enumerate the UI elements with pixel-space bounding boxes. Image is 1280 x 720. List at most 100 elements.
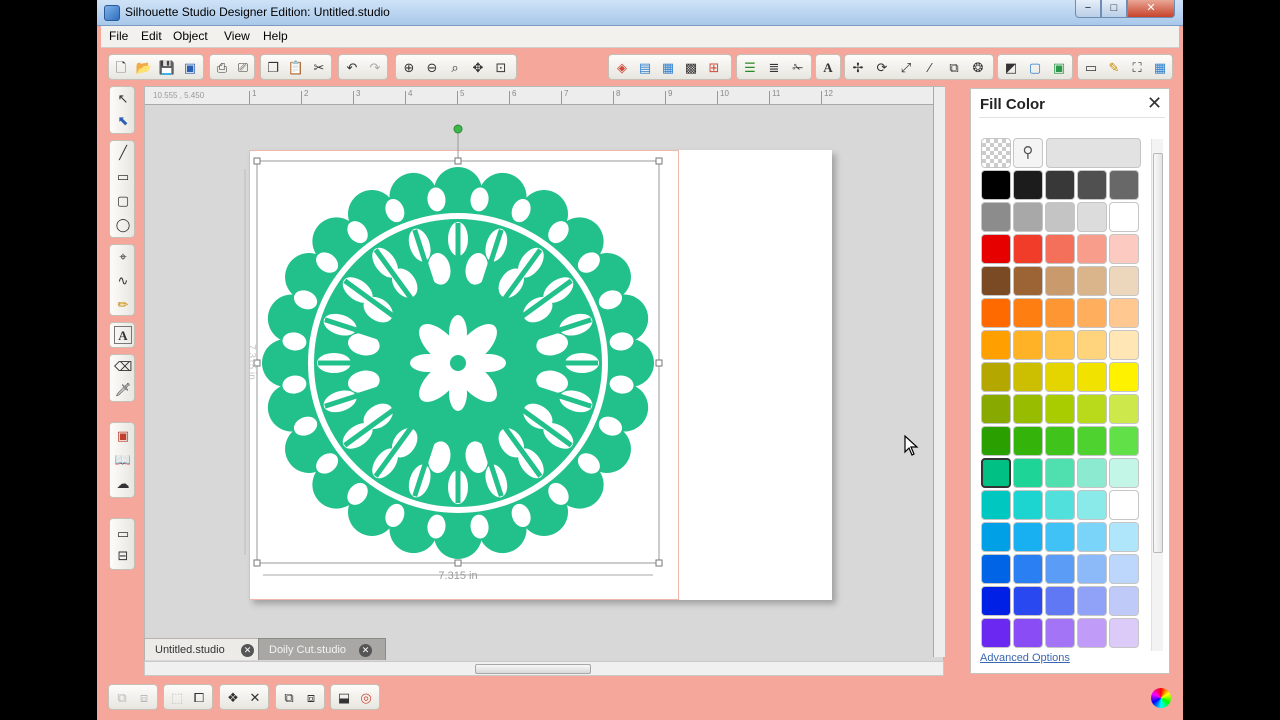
fullscreen-icon[interactable]: ⛶ xyxy=(1128,59,1146,77)
handle-right[interactable] xyxy=(655,359,663,367)
color-swatch[interactable] xyxy=(1013,234,1043,264)
color-swatch[interactable] xyxy=(1045,330,1075,360)
maximize-button[interactable]: □ xyxy=(1101,0,1127,18)
transform-icon[interactable]: ✢ xyxy=(849,59,867,77)
scale-icon[interactable]: ⤢ xyxy=(897,59,915,77)
select-arrow-icon[interactable]: ↖ xyxy=(114,90,132,108)
send-backward-icon[interactable]: ⧈ xyxy=(302,689,320,707)
handle-bottom-left[interactable] xyxy=(253,559,261,567)
color-swatch[interactable] xyxy=(1109,202,1139,232)
grid-icon[interactable]: ▦ xyxy=(659,59,677,77)
color-swatch[interactable] xyxy=(1077,266,1107,296)
rounded-rect-tool-icon[interactable]: ▢ xyxy=(114,192,132,210)
offset-icon[interactable]: ❂ xyxy=(969,59,987,77)
tab-untitled[interactable]: Untitled.studio ✕ xyxy=(144,638,260,660)
color-swatch[interactable] xyxy=(1013,522,1043,552)
menu-help[interactable]: Help xyxy=(263,29,288,43)
panel-close-icon[interactable]: ✕ xyxy=(1147,94,1162,112)
color-swatch[interactable] xyxy=(981,266,1011,296)
color-swatch[interactable] xyxy=(1109,618,1139,648)
cloud-icon[interactable]: ☁ xyxy=(114,475,132,493)
text-style-icon[interactable]: A xyxy=(819,59,837,77)
text-tool-icon[interactable]: A xyxy=(114,326,132,344)
store-icon[interactable]: ▭ xyxy=(1082,59,1100,77)
color-swatch[interactable] xyxy=(1045,234,1075,264)
zoom-in-icon[interactable]: ⊕ xyxy=(400,59,418,77)
pencil-icon[interactable]: ✎ xyxy=(1105,59,1123,77)
shape-icon[interactable]: ⬓ xyxy=(335,689,353,707)
color-swatch[interactable] xyxy=(1109,394,1139,424)
paste-icon[interactable]: 📋 xyxy=(287,59,305,77)
color-swatch[interactable] xyxy=(1013,394,1043,424)
freehand-tool-icon[interactable]: ✏ xyxy=(114,296,132,314)
handle-top-right[interactable] xyxy=(655,157,663,165)
color-swatch[interactable] xyxy=(1045,458,1075,488)
target-icon[interactable]: ◎ xyxy=(357,689,375,707)
color-swatch[interactable] xyxy=(981,490,1011,520)
ellipse-tool-icon[interactable]: ◯ xyxy=(114,216,132,234)
color-swatch[interactable] xyxy=(1045,554,1075,584)
shear-icon[interactable]: ⁄ xyxy=(921,59,939,77)
delete-icon[interactable]: ✕ xyxy=(246,689,264,707)
color-swatch[interactable] xyxy=(981,298,1011,328)
fit-page-icon[interactable]: ⊡ xyxy=(492,59,510,77)
handle-bottom[interactable] xyxy=(454,559,462,567)
color-swatch[interactable] xyxy=(1013,618,1043,648)
color-swatch[interactable] xyxy=(1045,170,1075,200)
color-swatch[interactable] xyxy=(981,234,1011,264)
color-swatch[interactable] xyxy=(1013,170,1043,200)
color-swatch[interactable] xyxy=(1077,618,1107,648)
color-swatch[interactable] xyxy=(1045,618,1075,648)
group-icon[interactable]: ⧉ xyxy=(113,689,131,707)
fill-icon[interactable]: ◩ xyxy=(1002,59,1020,77)
open-icon[interactable]: 📂 xyxy=(135,59,153,77)
menu-object[interactable]: Object xyxy=(173,29,208,43)
zoom-out-icon[interactable]: ⊖ xyxy=(423,59,441,77)
horizontal-scrollbar[interactable] xyxy=(144,661,944,676)
cut-icon[interactable]: ✂ xyxy=(310,59,328,77)
menu-view[interactable]: View xyxy=(224,29,250,43)
color-swatch[interactable] xyxy=(1045,362,1075,392)
color-swatch[interactable] xyxy=(1077,202,1107,232)
color-swatch[interactable] xyxy=(1013,490,1043,520)
color-swatch[interactable] xyxy=(1109,362,1139,392)
design-canvas[interactable]: 10.555 , 5.450 1 2 3 4 5 6 7 8 9 10 11 12 xyxy=(144,86,945,676)
layout-top-icon[interactable]: ▭ xyxy=(114,525,132,543)
curve-tool-icon[interactable]: ∿ xyxy=(114,272,132,290)
registration-icon[interactable]: ⊞ xyxy=(705,59,723,77)
color-swatch[interactable] xyxy=(1045,202,1075,232)
color-swatch[interactable] xyxy=(1077,394,1107,424)
line-icon[interactable]: ▢ xyxy=(1026,59,1044,77)
library-icon[interactable]: ▣ xyxy=(114,427,132,445)
color-swatch[interactable] xyxy=(1109,458,1139,488)
knife-tool-icon[interactable]: 🗡 xyxy=(114,381,132,399)
zoom-select-icon[interactable]: ⌕ xyxy=(446,59,464,77)
eraser-tool-icon[interactable]: ⌫ xyxy=(114,358,132,376)
color-swatch[interactable] xyxy=(1013,266,1043,296)
distribute-icon[interactable]: ≣ xyxy=(765,59,783,77)
color-swatch[interactable] xyxy=(1077,586,1107,616)
color-swatch[interactable] xyxy=(1013,426,1043,456)
color-wheel-icon[interactable] xyxy=(1151,688,1171,708)
close-tab-icon[interactable]: ✕ xyxy=(241,644,254,657)
color-swatch[interactable] xyxy=(1013,330,1043,360)
ungroup-icon[interactable]: ⧈ xyxy=(135,689,153,707)
color-swatch[interactable] xyxy=(1109,522,1139,552)
color-swatch[interactable] xyxy=(981,618,1011,648)
color-swatch[interactable] xyxy=(981,554,1011,584)
color-swatch[interactable] xyxy=(981,362,1011,392)
color-swatch[interactable] xyxy=(1109,490,1139,520)
color-swatch[interactable] xyxy=(1109,426,1139,456)
rectangle-tool-icon[interactable]: ▭ xyxy=(114,168,132,186)
color-swatch[interactable] xyxy=(981,330,1011,360)
transparent-swatch[interactable] xyxy=(981,138,1011,168)
eyedropper-icon[interactable]: ⚲ xyxy=(1013,138,1043,168)
weld-icon[interactable]: ❖ xyxy=(224,689,242,707)
rotate-handle[interactable] xyxy=(453,124,463,134)
color-swatch[interactable] xyxy=(1077,330,1107,360)
menu-edit[interactable]: Edit xyxy=(141,29,162,43)
color-swatch[interactable] xyxy=(1013,458,1043,488)
color-swatch[interactable] xyxy=(981,426,1011,456)
new-icon[interactable]: 🗋 xyxy=(112,59,130,77)
align-icon[interactable]: ☰ xyxy=(741,59,759,77)
